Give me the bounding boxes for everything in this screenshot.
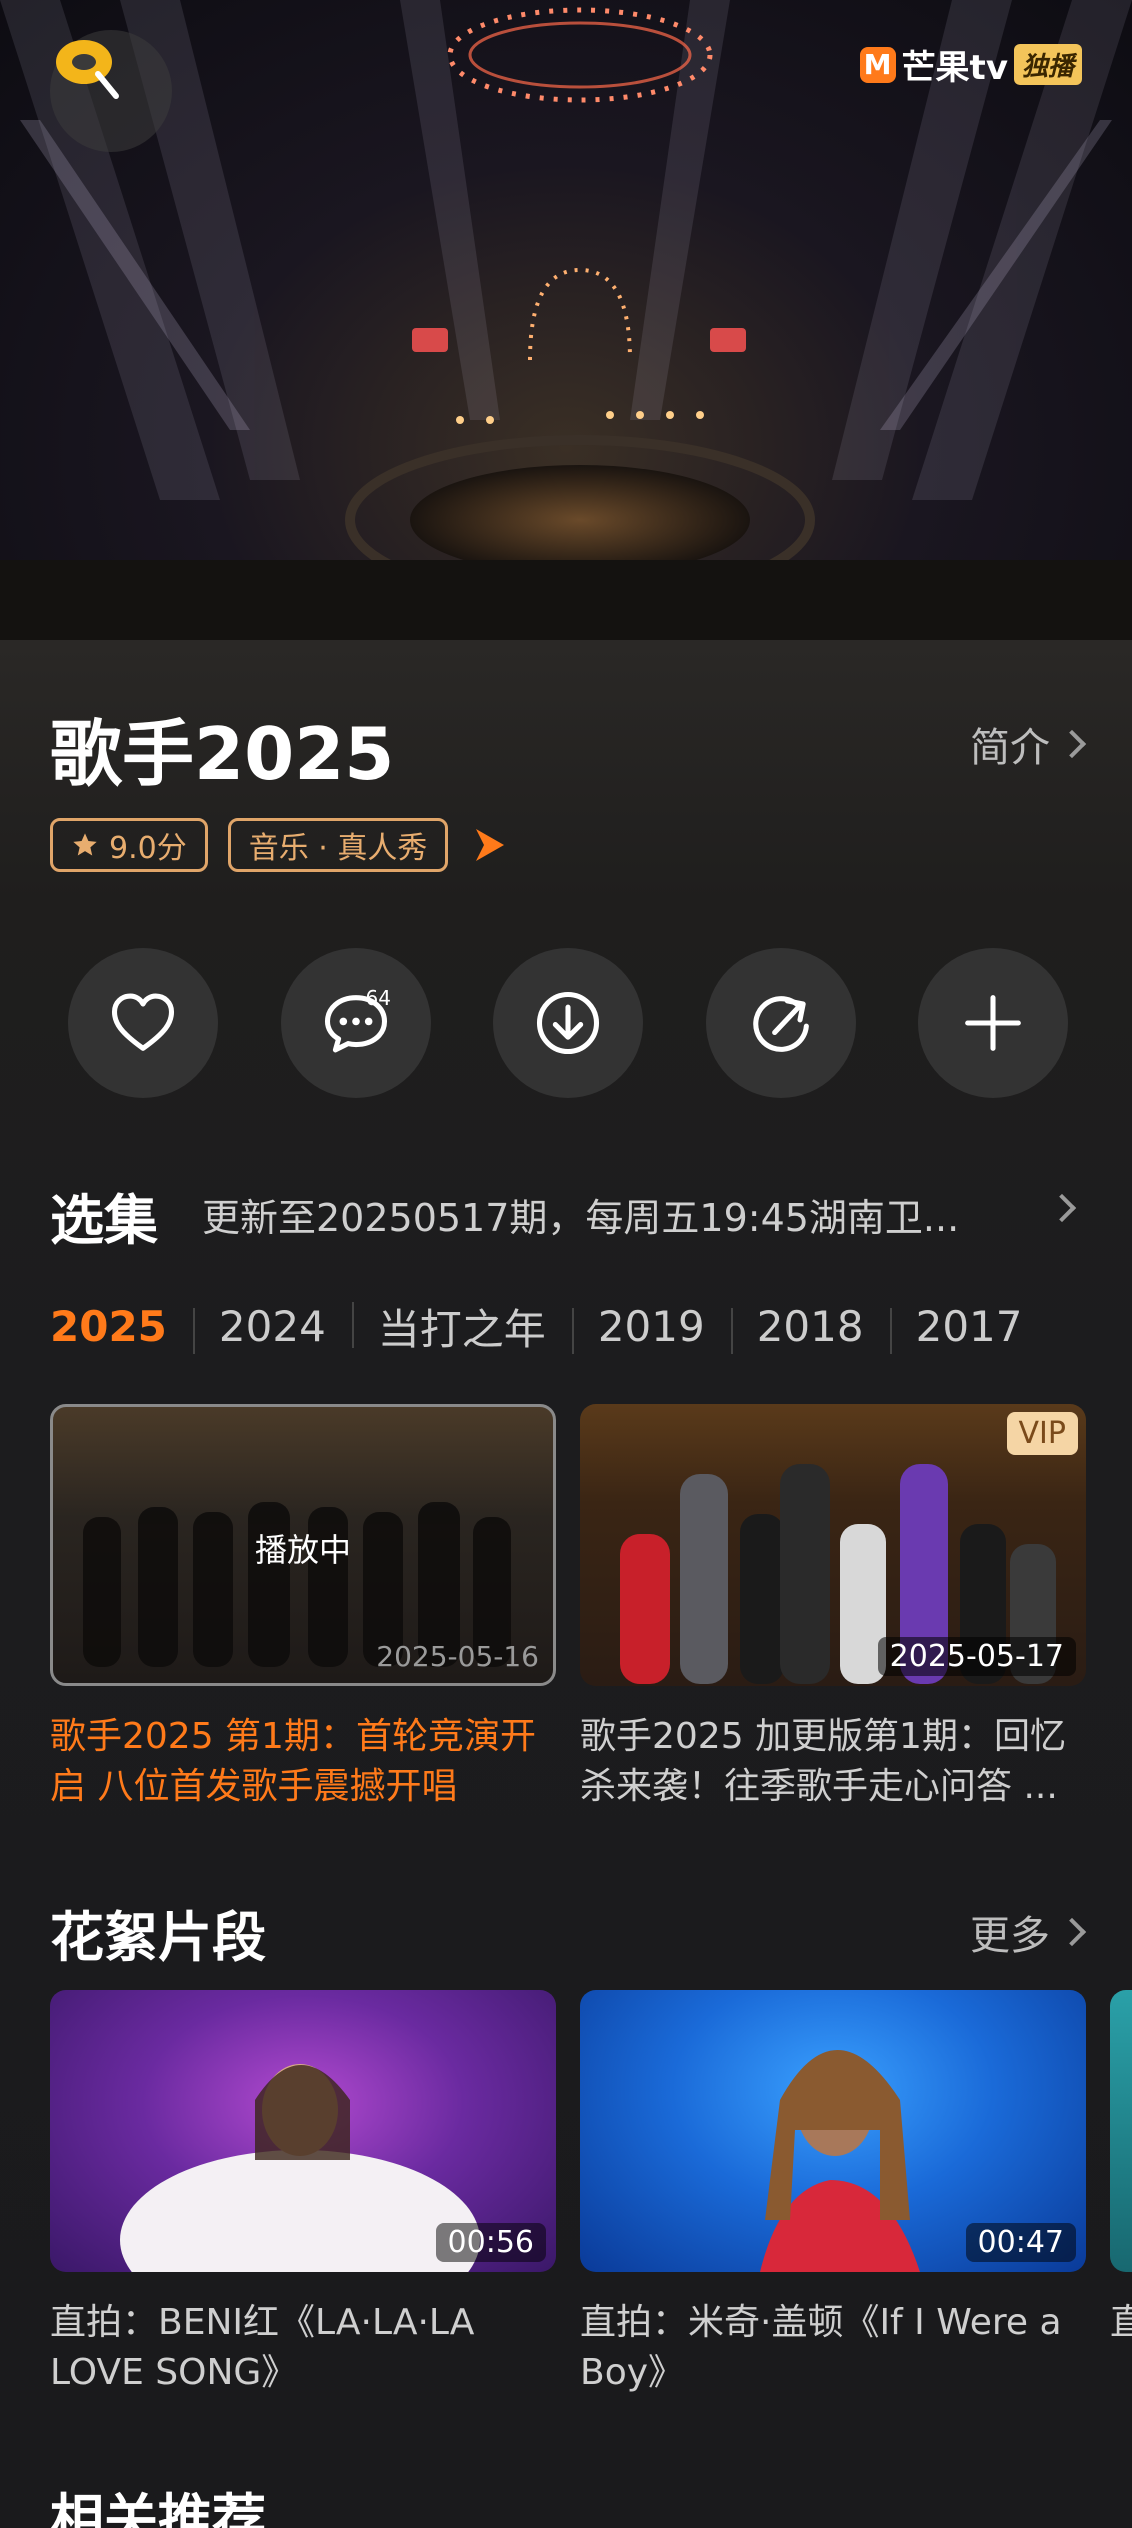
tab-year-2019[interactable]: 2019 (571, 1302, 731, 1354)
heart-icon (111, 993, 175, 1051)
channel-logo-button[interactable] (50, 30, 172, 152)
clip-duration: 00:47 (965, 2223, 1076, 2262)
clip-duration: 00:56 (435, 2223, 546, 2262)
episode-date: 2025-05-17 (877, 1637, 1076, 1676)
more-link[interactable]: 更多 (970, 1903, 1087, 1961)
show-title: 歌手2025 (50, 712, 395, 796)
tab-year-2025[interactable]: 2025 (50, 1302, 193, 1351)
comment-count-badge: 64 (365, 986, 391, 1010)
page: M 芒果tv 独播 歌手2025 简介 9.0分 音乐 · 真人秀 64 选集 … (0, 0, 1132, 2528)
tab-year-2017[interactable]: 2017 (889, 1302, 1049, 1354)
clip-card[interactable]: 00:47 (580, 1990, 1086, 2272)
vip-badge: VIP (1006, 1412, 1078, 1455)
intro-link[interactable]: 简介 (970, 715, 1087, 773)
star-icon (73, 833, 97, 856)
share-icon (752, 996, 809, 1052)
clip-card[interactable]: 00:56 (50, 1990, 556, 2272)
update-info[interactable]: 更新至20250517期，每周五19:45湖南卫... (202, 1187, 1042, 1242)
favorite-button[interactable] (68, 948, 218, 1098)
video-player[interactable]: M 芒果tv 独播 (0, 0, 1132, 640)
rating-tag: 9.0分 (50, 818, 208, 872)
clip-card[interactable] (1110, 1990, 1132, 2272)
clip-title[interactable]: 直拍：米奇·盖顿《If I Were a Boy》 (580, 2298, 1086, 2398)
genre-tag: 音乐 · 真人秀 (227, 818, 449, 872)
tab-year-2018[interactable]: 2018 (730, 1302, 890, 1354)
share-button[interactable] (705, 948, 856, 1098)
episode-card[interactable]: 播放中 2025-05-16 (50, 1404, 556, 1686)
plus-icon (965, 995, 1021, 1051)
episodes-title: 选集 (50, 1189, 158, 1252)
tag-row: 9.0分 音乐 · 真人秀 (50, 818, 512, 872)
now-playing-label: 播放中 (254, 1531, 351, 1569)
brand-name: 芒果tv (901, 48, 1008, 88)
comment-button[interactable]: 64 (280, 948, 431, 1098)
mango-play-icon[interactable] (468, 823, 512, 867)
hunan-tv-logo-icon (56, 40, 119, 99)
chevron-right-icon (1057, 1917, 1087, 1947)
tab-year-prime[interactable]: 当打之年 (351, 1296, 572, 1357)
clips-title: 花絮片段 (50, 1906, 266, 1969)
add-button[interactable] (918, 948, 1068, 1098)
download-button[interactable] (493, 948, 643, 1098)
mango-logo-icon: M (859, 46, 896, 83)
genre-value: 音乐 · 真人秀 (248, 831, 428, 866)
download-icon (536, 991, 600, 1055)
episode-date: 2025-05-16 (376, 1640, 539, 1673)
exclusive-badge: 独播 (1013, 44, 1082, 85)
year-tabs: 2025 2024 当打之年 2019 2018 2017 (50, 1297, 1048, 1355)
episode-title[interactable]: 歌手2025 第1期：首轮竞演开启 八位首发歌手震撼开唱 (50, 1712, 556, 1812)
rating-value: 9.0分 (109, 831, 187, 866)
clip-title[interactable]: 直 (1110, 2298, 1132, 2348)
episode-card[interactable]: VIP 2025-05-17 (580, 1404, 1086, 1686)
tab-year-2024[interactable]: 2024 (192, 1302, 352, 1354)
clip-title[interactable]: 直拍：BENI红《LA·LA·LA LOVE SONG》 (50, 2298, 556, 2398)
action-bar: 64 (68, 948, 1068, 1098)
chevron-right-icon[interactable] (1047, 1193, 1077, 1223)
intro-label: 简介 (970, 725, 1050, 771)
related-title: 相关推荐 (50, 2488, 266, 2528)
chevron-right-icon (1057, 729, 1087, 759)
episode-title[interactable]: 歌手2025 加更版第1期：回忆杀来袭！往季歌手走心问答 ... (580, 1712, 1086, 1812)
more-label: 更多 (970, 1913, 1050, 1959)
mango-tv-watermark: M 芒果tv 独播 (859, 40, 1082, 89)
